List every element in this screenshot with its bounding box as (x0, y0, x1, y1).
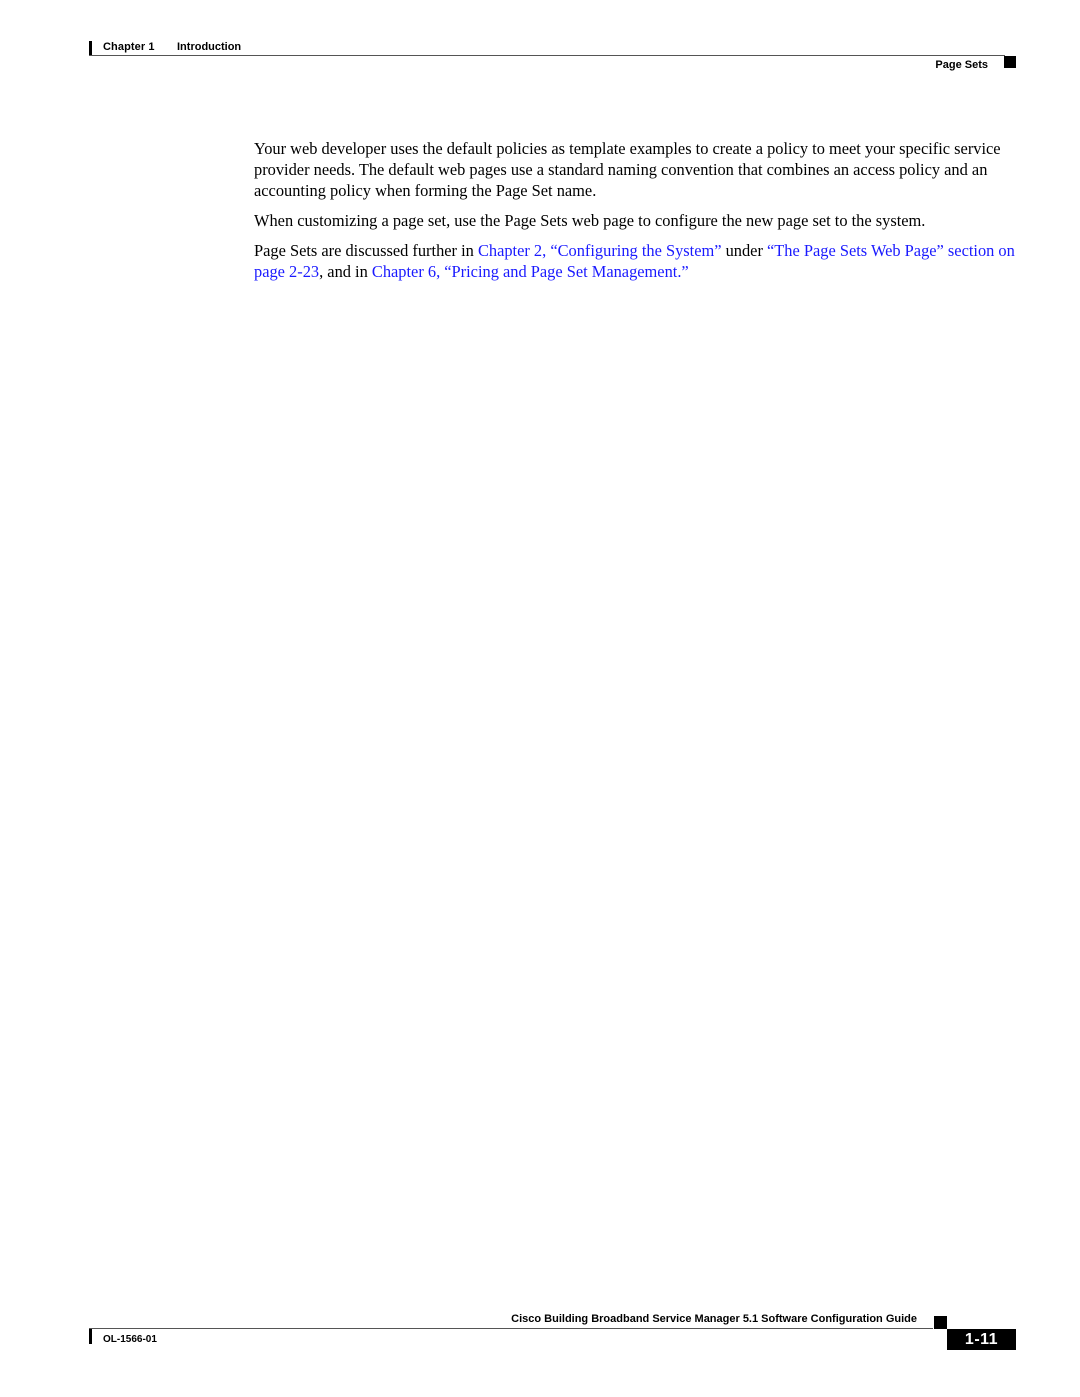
header-chapter-title: Introduction (177, 41, 242, 53)
footer-guide-title: Cisco Building Broadband Service Manager… (511, 1313, 917, 1325)
reference-text: , and in (319, 262, 372, 281)
footer-rule (89, 1328, 933, 1329)
footer-left-bar (89, 1329, 92, 1344)
footer-doc-number: OL-1566-01 (103, 1334, 157, 1345)
reference-text: under (721, 241, 768, 260)
footer-marker-square (934, 1316, 947, 1329)
paragraph-customizing: When customizing a page set, use the Pag… (254, 211, 926, 230)
header-chapter-label: Chapter 1 (103, 41, 155, 53)
link-chapter-6[interactable]: Chapter 6, “Pricing and Page Set Managem… (372, 262, 689, 281)
page-body: Your web developer uses the default poli… (254, 138, 1018, 291)
reference-text: Page Sets are discussed further in (254, 241, 478, 260)
paragraph-references: Page Sets are discussed further in Chapt… (254, 240, 1018, 282)
header-rule (89, 55, 1005, 56)
link-chapter-2[interactable]: Chapter 2, “Configuring the System” (478, 241, 722, 260)
footer-page-number: 1-11 (947, 1329, 1016, 1350)
paragraph-intro: Your web developer uses the default poli… (254, 139, 1001, 200)
header-section-title: Page Sets (935, 59, 988, 71)
header-left-bar (89, 41, 92, 56)
header-marker-square (1004, 56, 1016, 68)
